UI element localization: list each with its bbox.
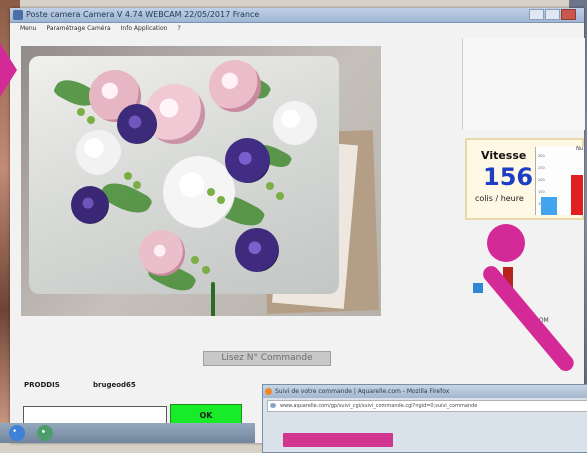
mini-chart-tick: 150 [538, 190, 545, 194]
speed-value: 156 [483, 163, 534, 191]
mini-chart-bar-blue [541, 197, 557, 215]
speed-mini-chart: Nu 300 250 200 150 100 [535, 146, 584, 215]
menu-item-app-info[interactable]: Info Application [121, 23, 168, 35]
proddis-value: brugeod65 [93, 381, 136, 389]
mini-chart-bar-red [571, 175, 583, 215]
browser-titlebar: Suivi de votre commande | Aquarelle.com … [263, 385, 587, 398]
gauge-bar-blue [473, 283, 483, 293]
window-controls [529, 9, 576, 20]
browser-address: www.aquarelle.com/gp/suivi_cgi/suivi_com… [280, 403, 478, 409]
site-icon [270, 403, 276, 408]
speed-unit: colis / heure [475, 194, 524, 203]
purple-lisianthus [225, 138, 270, 183]
speed-label: Vitesse [481, 149, 527, 162]
green-berry [124, 172, 132, 180]
window-titlebar: Poste camera Camera V 4.74 WEBCAM 22/05/… [10, 8, 584, 23]
top-info-panel [462, 38, 585, 130]
purple-lisianthus [235, 228, 279, 272]
read-order-button[interactable]: Lisez N° Commande [203, 351, 331, 366]
mini-chart-tick: 250 [538, 166, 545, 170]
white-carnation [76, 130, 121, 175]
pink-arrow-overlay [0, 43, 17, 97]
windows-taskbar [0, 423, 255, 443]
bouquet-stem [211, 282, 215, 316]
mini-chart-tick: 300 [538, 154, 545, 158]
green-berry [202, 266, 210, 274]
green-berry [276, 192, 284, 200]
pink-rose [139, 230, 185, 276]
app-icon [13, 10, 23, 20]
browser-address-bar[interactable]: www.aquarelle.com/gp/suivi_cgi/suivi_com… [267, 400, 587, 412]
green-berry [266, 182, 274, 190]
close-button[interactable] [561, 9, 576, 20]
camera-preview [21, 46, 381, 316]
menu-item-help[interactable]: ? [177, 23, 180, 35]
mini-chart-header: Nu [576, 146, 583, 152]
green-berry [217, 196, 225, 204]
browser-pink-banner [283, 433, 393, 447]
minimize-button[interactable] [529, 9, 544, 20]
pink-dot-overlay [487, 224, 525, 262]
green-berry [133, 181, 141, 189]
purple-lisianthus [71, 186, 109, 224]
taskbar-app-icon[interactable] [37, 425, 53, 441]
speed-panel: Vitesse 156 colis / heure Nu 300 250 200… [465, 138, 584, 220]
firefox-icon [265, 388, 272, 395]
right-panel: Vitesse 156 colis / heure Nu 300 250 200… [462, 38, 585, 378]
menu-bar: Menu Paramétrage Caméra Info Application… [10, 23, 584, 35]
pink-rose [209, 60, 261, 112]
green-berry [207, 188, 215, 196]
mini-chart-tick: 200 [538, 178, 545, 182]
white-carnation [163, 156, 235, 228]
browser-title: Suivi de votre commande | Aquarelle.com … [275, 388, 450, 395]
purple-lisianthus [117, 104, 157, 144]
start-button[interactable] [9, 425, 25, 441]
proddis-label: PRODDIS [24, 381, 60, 389]
menu-item-menu[interactable]: Menu [20, 23, 36, 35]
maximize-button[interactable] [545, 9, 560, 20]
green-berry [191, 256, 199, 264]
window-title: Poste camera Camera V 4.74 WEBCAM 22/05/… [26, 10, 260, 19]
green-berry [77, 108, 85, 116]
white-carnation [273, 101, 317, 145]
menu-item-camera-settings[interactable]: Paramétrage Caméra [46, 23, 110, 35]
green-berry [87, 116, 95, 124]
